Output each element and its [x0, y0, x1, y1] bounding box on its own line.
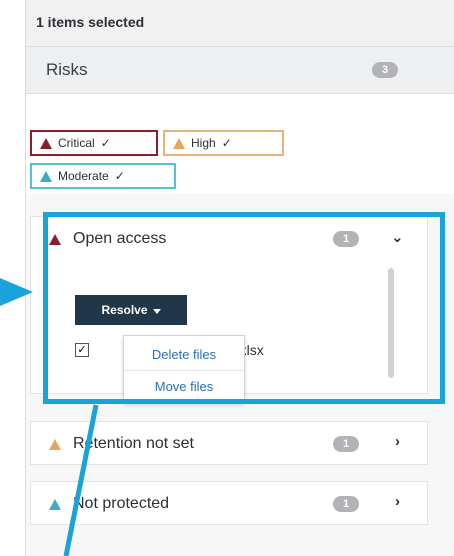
risk-label: Open access [73, 230, 167, 247]
menu-item-delete-files[interactable]: Delete files [124, 338, 244, 371]
resolve-dropdown-menu: Delete files Move files [123, 335, 245, 403]
risk-count-badge: 1 [333, 231, 359, 247]
high-warning-icon [49, 438, 61, 450]
filter-chip-label: Moderate [58, 169, 109, 183]
chevron-right-icon[interactable]: › [395, 493, 400, 510]
moderate-warning-icon [49, 498, 61, 510]
filter-chip-moderate[interactable]: Moderate ✓ [30, 163, 176, 189]
check-icon: ✓ [114, 169, 125, 183]
risk-label: Retention not set [73, 435, 194, 452]
check-icon: ✓ [221, 136, 232, 150]
risk-card-retention-not-set[interactable]: Retention not set 1 › [30, 421, 428, 465]
risk-row-not-protected[interactable]: Not protected 1 › [31, 482, 427, 526]
risk-count-badge: 1 [333, 496, 359, 512]
file-checkbox[interactable]: ✓ [75, 343, 89, 357]
selection-count-text: 1 items selected [36, 14, 145, 30]
chevron-right-icon[interactable]: › [395, 433, 400, 450]
check-icon: ✓ [100, 136, 111, 150]
resolve-button[interactable]: Resolve [75, 295, 187, 325]
caret-down-icon [152, 308, 161, 314]
critical-warning-icon [40, 137, 52, 149]
risk-card-open-access: Open access 1 ⌄ Resolve ✓ 2.xlsx Delete … [30, 216, 428, 403]
risks-count-badge: 3 [372, 62, 398, 78]
risk-row-open-access[interactable]: Open access 1 ⌄ [31, 217, 427, 261]
filter-chip-label: High [191, 136, 216, 150]
risk-row-retention-not-set[interactable]: Retention not set 1 › [31, 422, 427, 466]
moderate-warning-icon [40, 170, 52, 182]
menu-item-move-files[interactable]: Move files [124, 370, 244, 402]
filter-chip-label: Critical [58, 136, 95, 150]
critical-warning-icon [49, 233, 61, 245]
chevron-down-icon[interactable]: ⌄ [391, 228, 404, 246]
risks-title: Risks [46, 60, 88, 79]
risk-count-badge: 1 [333, 436, 359, 452]
resolve-button-label: Resolve [101, 303, 148, 317]
risk-card-not-protected[interactable]: Not protected 1 › [30, 481, 428, 525]
scrollbar[interactable] [388, 268, 394, 378]
high-warning-icon [173, 137, 185, 149]
filter-chip-high[interactable]: High ✓ [163, 130, 284, 156]
risk-label: Not protected [73, 495, 170, 512]
selection-bar: 1 items selected [26, 0, 454, 47]
filter-chip-critical[interactable]: Critical ✓ [30, 130, 158, 156]
